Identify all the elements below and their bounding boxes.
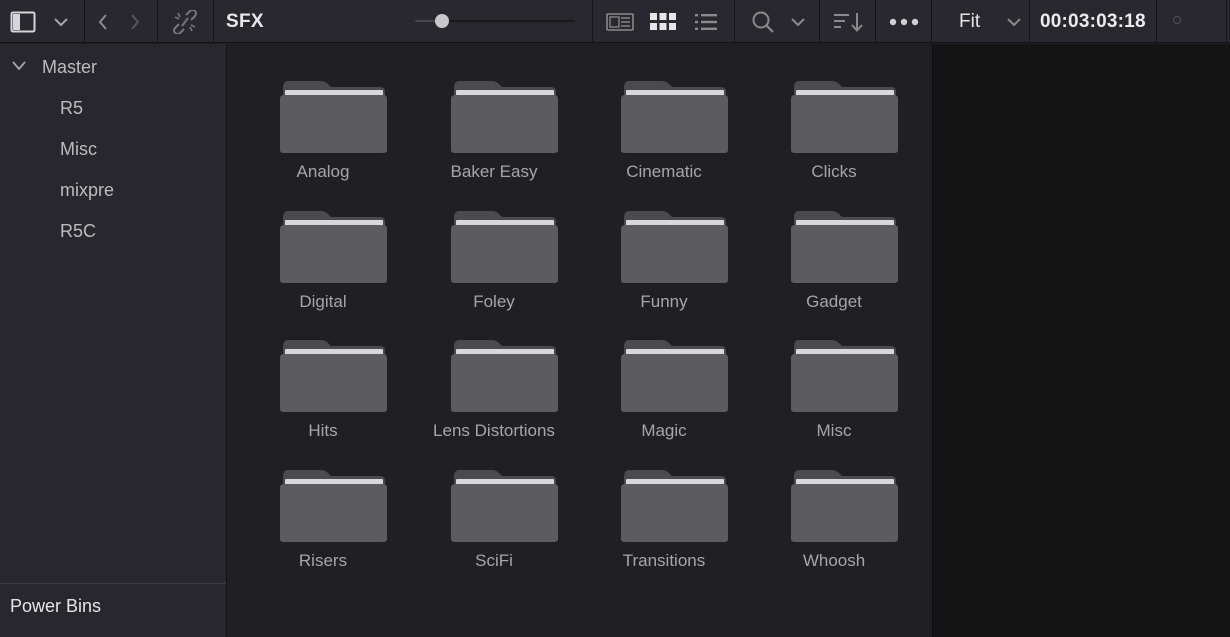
zoom-fit-dropdown[interactable]: Fit (959, 0, 980, 43)
folder-icon (451, 211, 558, 283)
bin-folder-label: Cinematic (626, 162, 702, 181)
bin-folder[interactable]: Funny (579, 186, 749, 311)
folder-icon (791, 81, 898, 153)
bin-folder-label: Hits (308, 421, 338, 440)
folder-icon (621, 340, 728, 412)
sort-icon (834, 12, 863, 32)
bin-folder-label: Clicks (811, 162, 857, 181)
bin-folder-label: Transitions (622, 551, 706, 570)
bin-folder-label: Whoosh (802, 551, 866, 570)
sidebar-item-r5[interactable]: R5 (60, 93, 83, 123)
back-icon (98, 13, 107, 30)
bin-folder[interactable]: Lens Distortions (409, 315, 579, 440)
timecode-display[interactable]: 00:03:03:18 (1040, 0, 1146, 43)
grid-view-icon (650, 12, 676, 30)
folder-icon (451, 340, 558, 412)
bin-folder-label: Risers (298, 551, 348, 570)
panel-toggle-icon (10, 11, 36, 32)
bin-folder[interactable]: Cinematic (579, 56, 749, 181)
unlink-icon (172, 9, 198, 34)
bin-folder-label: Baker Easy (450, 162, 538, 181)
more-options-icon (889, 18, 919, 25)
bin-folder-label: Digital (299, 292, 347, 311)
list-view-icon (695, 13, 717, 30)
bin-grid: Analog Baker Easy Cinematic Clicks Digital Fo… (228, 44, 931, 637)
bin-folder-label: Funny (640, 292, 688, 311)
panel-toggle-button[interactable] (0, 0, 46, 43)
folder-icon (280, 340, 387, 412)
folder-icon (791, 211, 898, 283)
bin-folder-label: SciFi (475, 551, 513, 570)
chevron-down-icon (1007, 17, 1021, 26)
slider-handle[interactable] (435, 14, 450, 28)
folder-icon (280, 81, 387, 153)
bin-sidebar: Master R5 Misc mixpre R5C Power Bins (0, 44, 227, 637)
search-icon (752, 11, 774, 33)
folder-icon (280, 470, 387, 542)
bin-folder[interactable]: Magic (579, 315, 749, 440)
folder-icon (621, 81, 728, 153)
more-options-button[interactable] (880, 0, 928, 43)
search-options-button[interactable] (785, 0, 811, 43)
bin-folder[interactable]: Gadget (749, 186, 919, 311)
bin-folder[interactable]: Analog (238, 56, 408, 181)
bin-folder[interactable]: Misc (749, 315, 919, 440)
grid-view-button[interactable] (646, 0, 680, 43)
thumbnail-zoom-slider[interactable] (415, 14, 575, 28)
folder-icon (621, 470, 728, 542)
bin-title: SFX (226, 11, 264, 32)
forward-icon (131, 13, 140, 30)
bin-folder[interactable]: Baker Easy (409, 56, 579, 181)
power-bins-label: Power Bins (10, 596, 102, 616)
back-button[interactable] (88, 0, 118, 43)
bin-folder[interactable]: Foley (409, 186, 579, 311)
folder-icon (451, 470, 558, 542)
folder-icon (621, 211, 728, 283)
thumbnail-view-button[interactable] (600, 0, 640, 43)
sort-button[interactable] (826, 0, 870, 43)
bin-folder-label: Foley (473, 292, 515, 311)
panel-menu-button[interactable] (46, 0, 76, 43)
bin-folder[interactable]: Transitions (579, 445, 749, 570)
search-button[interactable] (744, 0, 782, 43)
bin-folder[interactable]: SciFi (409, 445, 579, 570)
chevron-down-icon (54, 17, 68, 26)
sidebar-item-master[interactable]: Master (42, 52, 97, 82)
sidebar-item-mixpre[interactable]: mixpre (60, 175, 114, 205)
viewer-panel (932, 44, 1230, 637)
folder-icon (791, 470, 898, 542)
unlink-button[interactable] (160, 0, 210, 43)
folder-icon (451, 81, 558, 153)
toolbar: SFX Fit 00:03:03:18 (0, 0, 1230, 43)
bin-folder-label: Gadget (806, 292, 862, 311)
status-dot-icon (1173, 16, 1181, 24)
folder-icon (280, 211, 387, 283)
bin-folder[interactable]: Hits (238, 315, 408, 440)
forward-button[interactable] (120, 0, 150, 43)
folder-icon (791, 340, 898, 412)
thumbnail-view-icon (606, 12, 634, 31)
bin-folder[interactable]: Whoosh (749, 445, 919, 570)
bin-folder-label: Analog (296, 162, 350, 181)
bin-folder[interactable]: Digital (238, 186, 408, 311)
chevron-down-icon[interactable] (11, 60, 27, 72)
zoom-fit-dropdown-toggle[interactable] (1002, 0, 1026, 43)
bin-folder-label: Lens Distortions (433, 421, 555, 440)
chevron-down-icon (791, 17, 805, 26)
list-view-button[interactable] (690, 0, 722, 43)
power-bins-section[interactable]: Power Bins (0, 583, 226, 637)
sidebar-item-misc[interactable]: Misc (60, 134, 97, 164)
bin-folder-label: Misc (816, 421, 852, 440)
bin-folder-label: Magic (641, 421, 687, 440)
sidebar-item-r5c[interactable]: R5C (60, 216, 96, 246)
bin-folder[interactable]: Risers (238, 445, 408, 570)
bin-folder[interactable]: Clicks (749, 56, 919, 181)
